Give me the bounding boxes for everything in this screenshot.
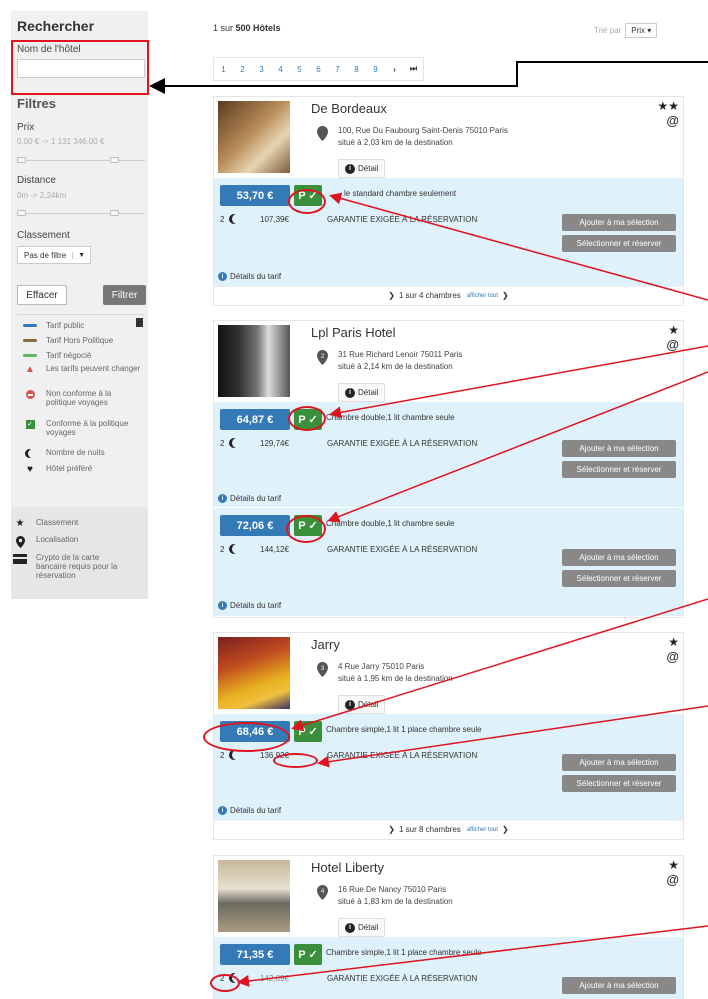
annotation-arrows — [149, 61, 708, 987]
